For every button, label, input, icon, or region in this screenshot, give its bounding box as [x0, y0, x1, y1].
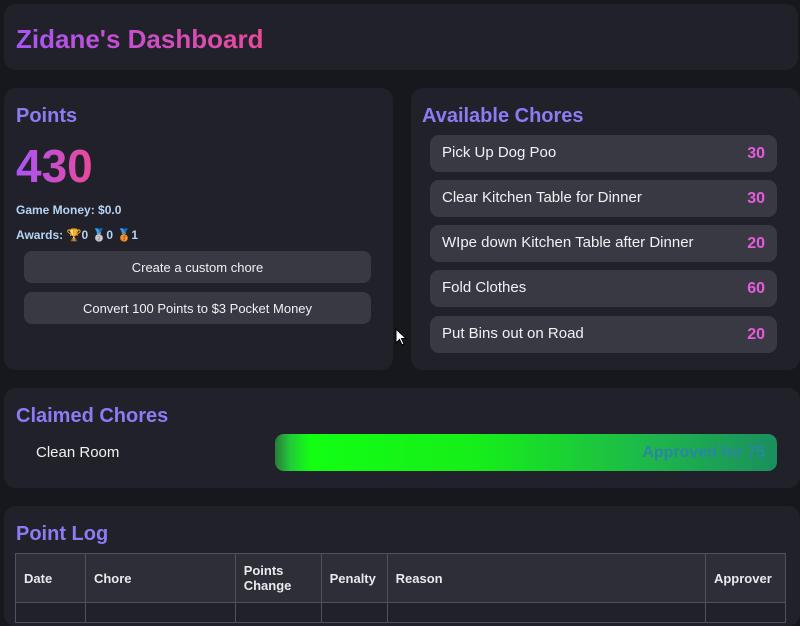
- column-header-penalty[interactable]: Penalty: [320, 553, 388, 603]
- chore-item[interactable]: Clear Kitchen Table for Dinner 30: [430, 180, 777, 217]
- chore-item[interactable]: Pick Up Dog Poo 30: [430, 135, 777, 172]
- available-chores-card: Available Chores Pick Up Dog Poo 30 Clea…: [411, 88, 800, 370]
- convert-points-button[interactable]: Convert 100 Points to $3 Pocket Money: [24, 292, 371, 324]
- create-custom-chore-button[interactable]: Create a custom chore: [24, 251, 371, 283]
- point-log-card: Point Log Date Chore Points Change Penal…: [4, 506, 800, 626]
- column-header-chore[interactable]: Chore: [84, 553, 236, 603]
- game-money-text: Game Money: $0.0: [16, 203, 122, 217]
- points-card: Points 430 Game Money: $0.0 Awards: 🏆0 🥈…: [4, 88, 393, 370]
- point-log-title: Point Log: [16, 523, 109, 545]
- bronze-medal-icon: 🥉: [116, 228, 132, 242]
- chore-name: Put Bins out on Road: [442, 325, 584, 342]
- available-chores-title: Available Chores: [422, 105, 584, 127]
- column-header-reason[interactable]: Reason: [386, 553, 706, 603]
- claimed-chore-status-bar[interactable]: Approved for 75: [275, 434, 777, 471]
- trophy-icon: 🏆: [66, 228, 82, 242]
- claimed-chores-title: Claimed Chores: [16, 405, 169, 427]
- trophy-count: 0: [81, 228, 89, 242]
- table-header-row: Date Chore Points Change Penalty Reason …: [15, 553, 787, 603]
- bronze-medal-count: 1: [131, 228, 139, 242]
- chore-points: 30: [747, 145, 765, 162]
- table-row: [15, 602, 787, 623]
- claimed-chores-card: Claimed Chores Clean Room Approved for 7…: [4, 388, 800, 488]
- chore-points: 20: [747, 235, 765, 252]
- points-title: Points: [16, 105, 78, 127]
- chore-points: 30: [747, 190, 765, 207]
- awards-row: Awards: 🏆0 🥈0 🥉1: [16, 228, 138, 242]
- column-header-points-change[interactable]: Points Change: [234, 553, 322, 603]
- chore-name: WIpe down Kitchen Table after Dinner: [442, 234, 694, 251]
- silver-medal-count: 0: [106, 228, 114, 242]
- header-card: Zidane's Dashboard: [4, 4, 798, 70]
- page-title: Zidane's Dashboard: [16, 24, 264, 54]
- chore-item[interactable]: Put Bins out on Road 20: [430, 316, 777, 353]
- awards-label: Awards:: [16, 228, 64, 242]
- column-header-approver[interactable]: Approver: [704, 553, 787, 603]
- claimed-chore-status: Approved for 75: [642, 444, 765, 461]
- chore-points: 60: [747, 280, 765, 297]
- points-value: 430: [16, 140, 93, 192]
- claimed-chore-name: Clean Room: [36, 444, 120, 461]
- chore-name: Pick Up Dog Poo: [442, 144, 557, 161]
- chore-item[interactable]: Fold Clothes 60: [430, 270, 777, 307]
- silver-medal-icon: 🥈: [91, 228, 107, 242]
- chore-points: 20: [747, 326, 765, 343]
- chore-name: Fold Clothes: [442, 279, 527, 296]
- chore-item[interactable]: WIpe down Kitchen Table after Dinner 20: [430, 225, 777, 262]
- column-header-date[interactable]: Date: [15, 553, 86, 603]
- chore-name: Clear Kitchen Table for Dinner: [442, 189, 642, 206]
- point-log-table: Date Chore Points Change Penalty Reason …: [15, 553, 787, 623]
- mouse-cursor-icon: [395, 328, 407, 346]
